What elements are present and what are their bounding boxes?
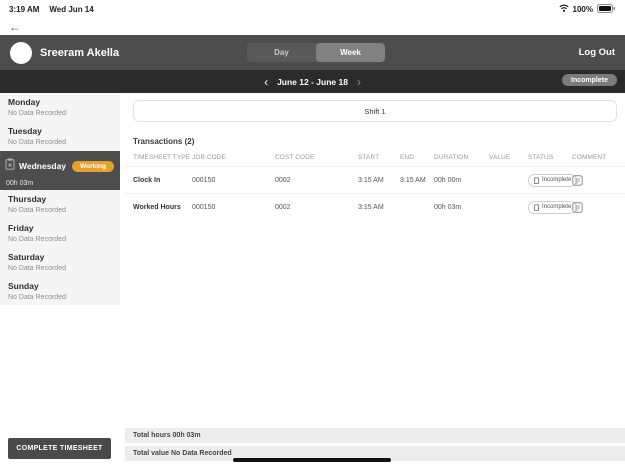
sidebar-item-thursday[interactable]: Thursday No Data Recorded xyxy=(0,190,120,219)
main-content: Shift 1 Transactions (2) TIMESHEET TYPE … xyxy=(125,93,625,427)
clipboard-icon xyxy=(534,176,539,184)
week-status-badge: Incomplete xyxy=(562,74,617,86)
user-name: Sreeram Akella xyxy=(40,46,120,59)
app-header: Sreeram Akella Day Week Log Out xyxy=(0,35,625,70)
status-badge: Incomplete xyxy=(528,173,578,187)
avatar[interactable] xyxy=(10,41,32,64)
sidebar-item-tuesday[interactable]: Tuesday No Data Recorded xyxy=(0,122,120,151)
status-bar: 3:19 AM Wed Jun 14 100% xyxy=(0,0,625,18)
battery-icon xyxy=(597,3,616,15)
table-row: Worked Hours 000150 0002 3:15 AM 00h 03m… xyxy=(125,193,625,220)
comment-icon[interactable] xyxy=(572,174,625,186)
date-bar: ‹ June 12 - June 18 › Incomplete xyxy=(0,70,625,93)
home-indicator[interactable] xyxy=(233,458,391,462)
table-header-row: TIMESHEET TYPE JOB CODE COST CODE START … xyxy=(133,154,607,161)
sidebar-item-friday[interactable]: Friday No Data Recorded xyxy=(0,219,120,248)
day-hours: 00h 03m xyxy=(6,180,34,187)
sidebar-item-sunday[interactable]: Sunday No Data Recorded xyxy=(0,277,120,306)
toggle-day-button[interactable]: Day xyxy=(247,43,316,62)
status-date: Wed Jun 14 xyxy=(49,4,94,14)
date-range: June 12 - June 18 xyxy=(277,76,348,87)
day-week-toggle: Day Week xyxy=(247,43,385,62)
clock-time: 3:19 AM xyxy=(9,4,40,14)
clipboard-icon xyxy=(534,203,539,211)
shift-header[interactable]: Shift 1 xyxy=(133,100,617,122)
timesheet-clock-icon xyxy=(5,157,15,175)
prev-week-chevron-icon[interactable]: ‹ xyxy=(264,76,268,88)
status-badge: Incomplete xyxy=(528,200,578,214)
table-row: Clock In 000150 0002 3:15 AM 3:15 AM 00h… xyxy=(125,166,625,193)
complete-timesheet-button[interactable]: COMPLETE TIMESHEET xyxy=(8,438,111,459)
total-hours-bar: Total hours 00h 03m xyxy=(125,428,625,443)
battery-percent: 100% xyxy=(572,4,593,14)
sidebar-item-wednesday[interactable]: Wednesday Working 00h 03m xyxy=(0,151,120,190)
next-week-chevron-icon[interactable]: › xyxy=(357,76,361,88)
sidebar-item-monday[interactable]: Monday No Data Recorded xyxy=(0,93,120,122)
toggle-week-button[interactable]: Week xyxy=(316,43,385,62)
wifi-icon xyxy=(558,4,569,14)
transactions-title: Transactions (2) xyxy=(133,137,195,146)
sidebar-item-saturday[interactable]: Saturday No Data Recorded xyxy=(0,248,120,277)
back-row: ← xyxy=(0,18,21,35)
back-arrow-icon[interactable]: ← xyxy=(9,21,21,33)
logout-button[interactable]: Log Out xyxy=(579,47,615,58)
day-sidebar: Monday No Data Recorded Tuesday No Data … xyxy=(0,93,120,305)
working-badge: Working xyxy=(72,160,114,172)
comment-icon[interactable] xyxy=(572,201,625,213)
